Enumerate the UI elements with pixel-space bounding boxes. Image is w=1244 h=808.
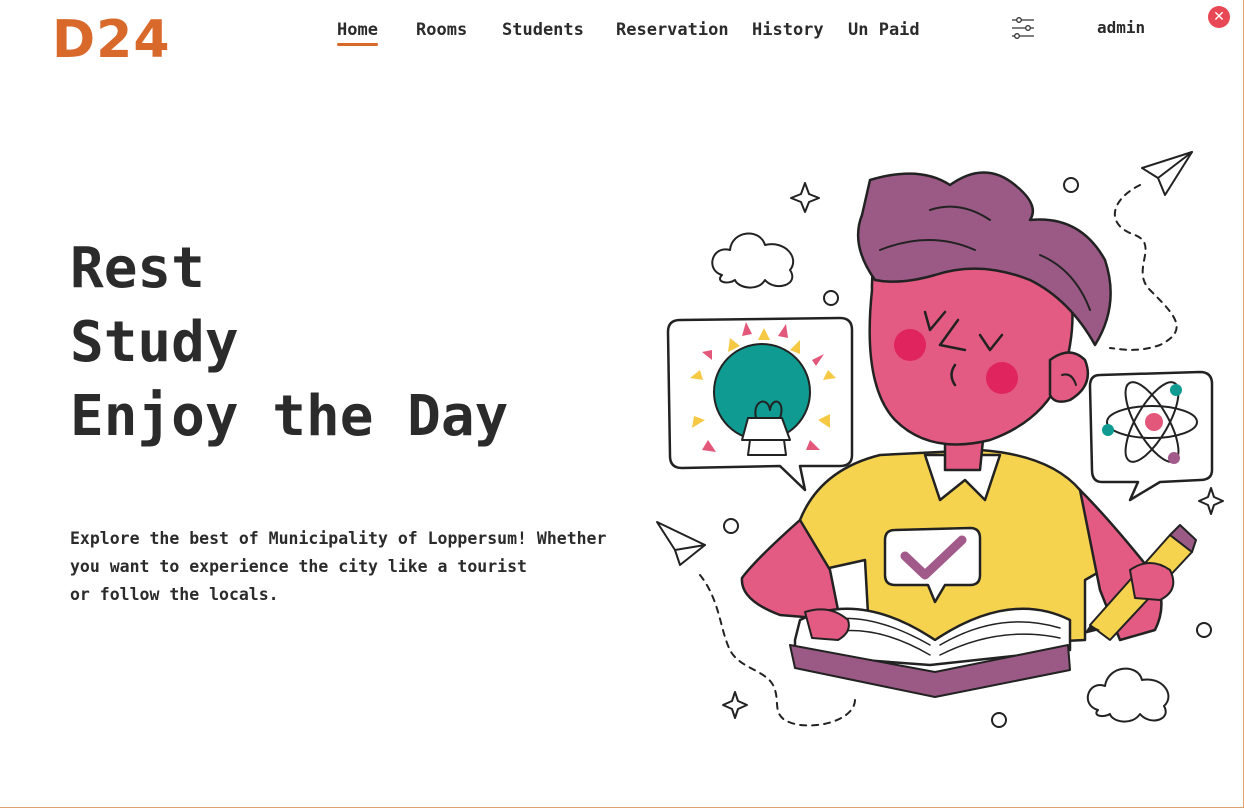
nav-rooms[interactable]: Rooms (416, 20, 467, 40)
sliders-icon[interactable] (1010, 16, 1036, 40)
nav-home[interactable]: Home (337, 20, 378, 46)
student-studying-illustration (650, 140, 1240, 740)
main-nav: Home Rooms Students Reservation History … (0, 20, 1244, 50)
hero-title-line: Study (70, 310, 239, 375)
close-icon[interactable]: ✕ (1208, 6, 1230, 28)
hero-description-line: you want to experience the city like a t… (70, 557, 527, 576)
hero-description: Explore the best of Municipality of Lopp… (70, 525, 640, 609)
hero-title: Rest Study Enjoy the Day (70, 232, 508, 454)
nav-reservation[interactable]: Reservation (616, 20, 729, 40)
hero-title-line: Rest (70, 236, 205, 301)
user-name[interactable]: admin (1097, 18, 1145, 37)
hero-title-line: Enjoy the Day (70, 384, 509, 449)
nav-students[interactable]: Students (502, 20, 584, 40)
nav-history[interactable]: History (752, 20, 824, 40)
nav-unpaid[interactable]: Un Paid (848, 20, 920, 40)
hero-description-line: Explore the best of Municipality of Lopp… (70, 529, 607, 548)
hero-description-line: or follow the locals. (70, 585, 279, 604)
